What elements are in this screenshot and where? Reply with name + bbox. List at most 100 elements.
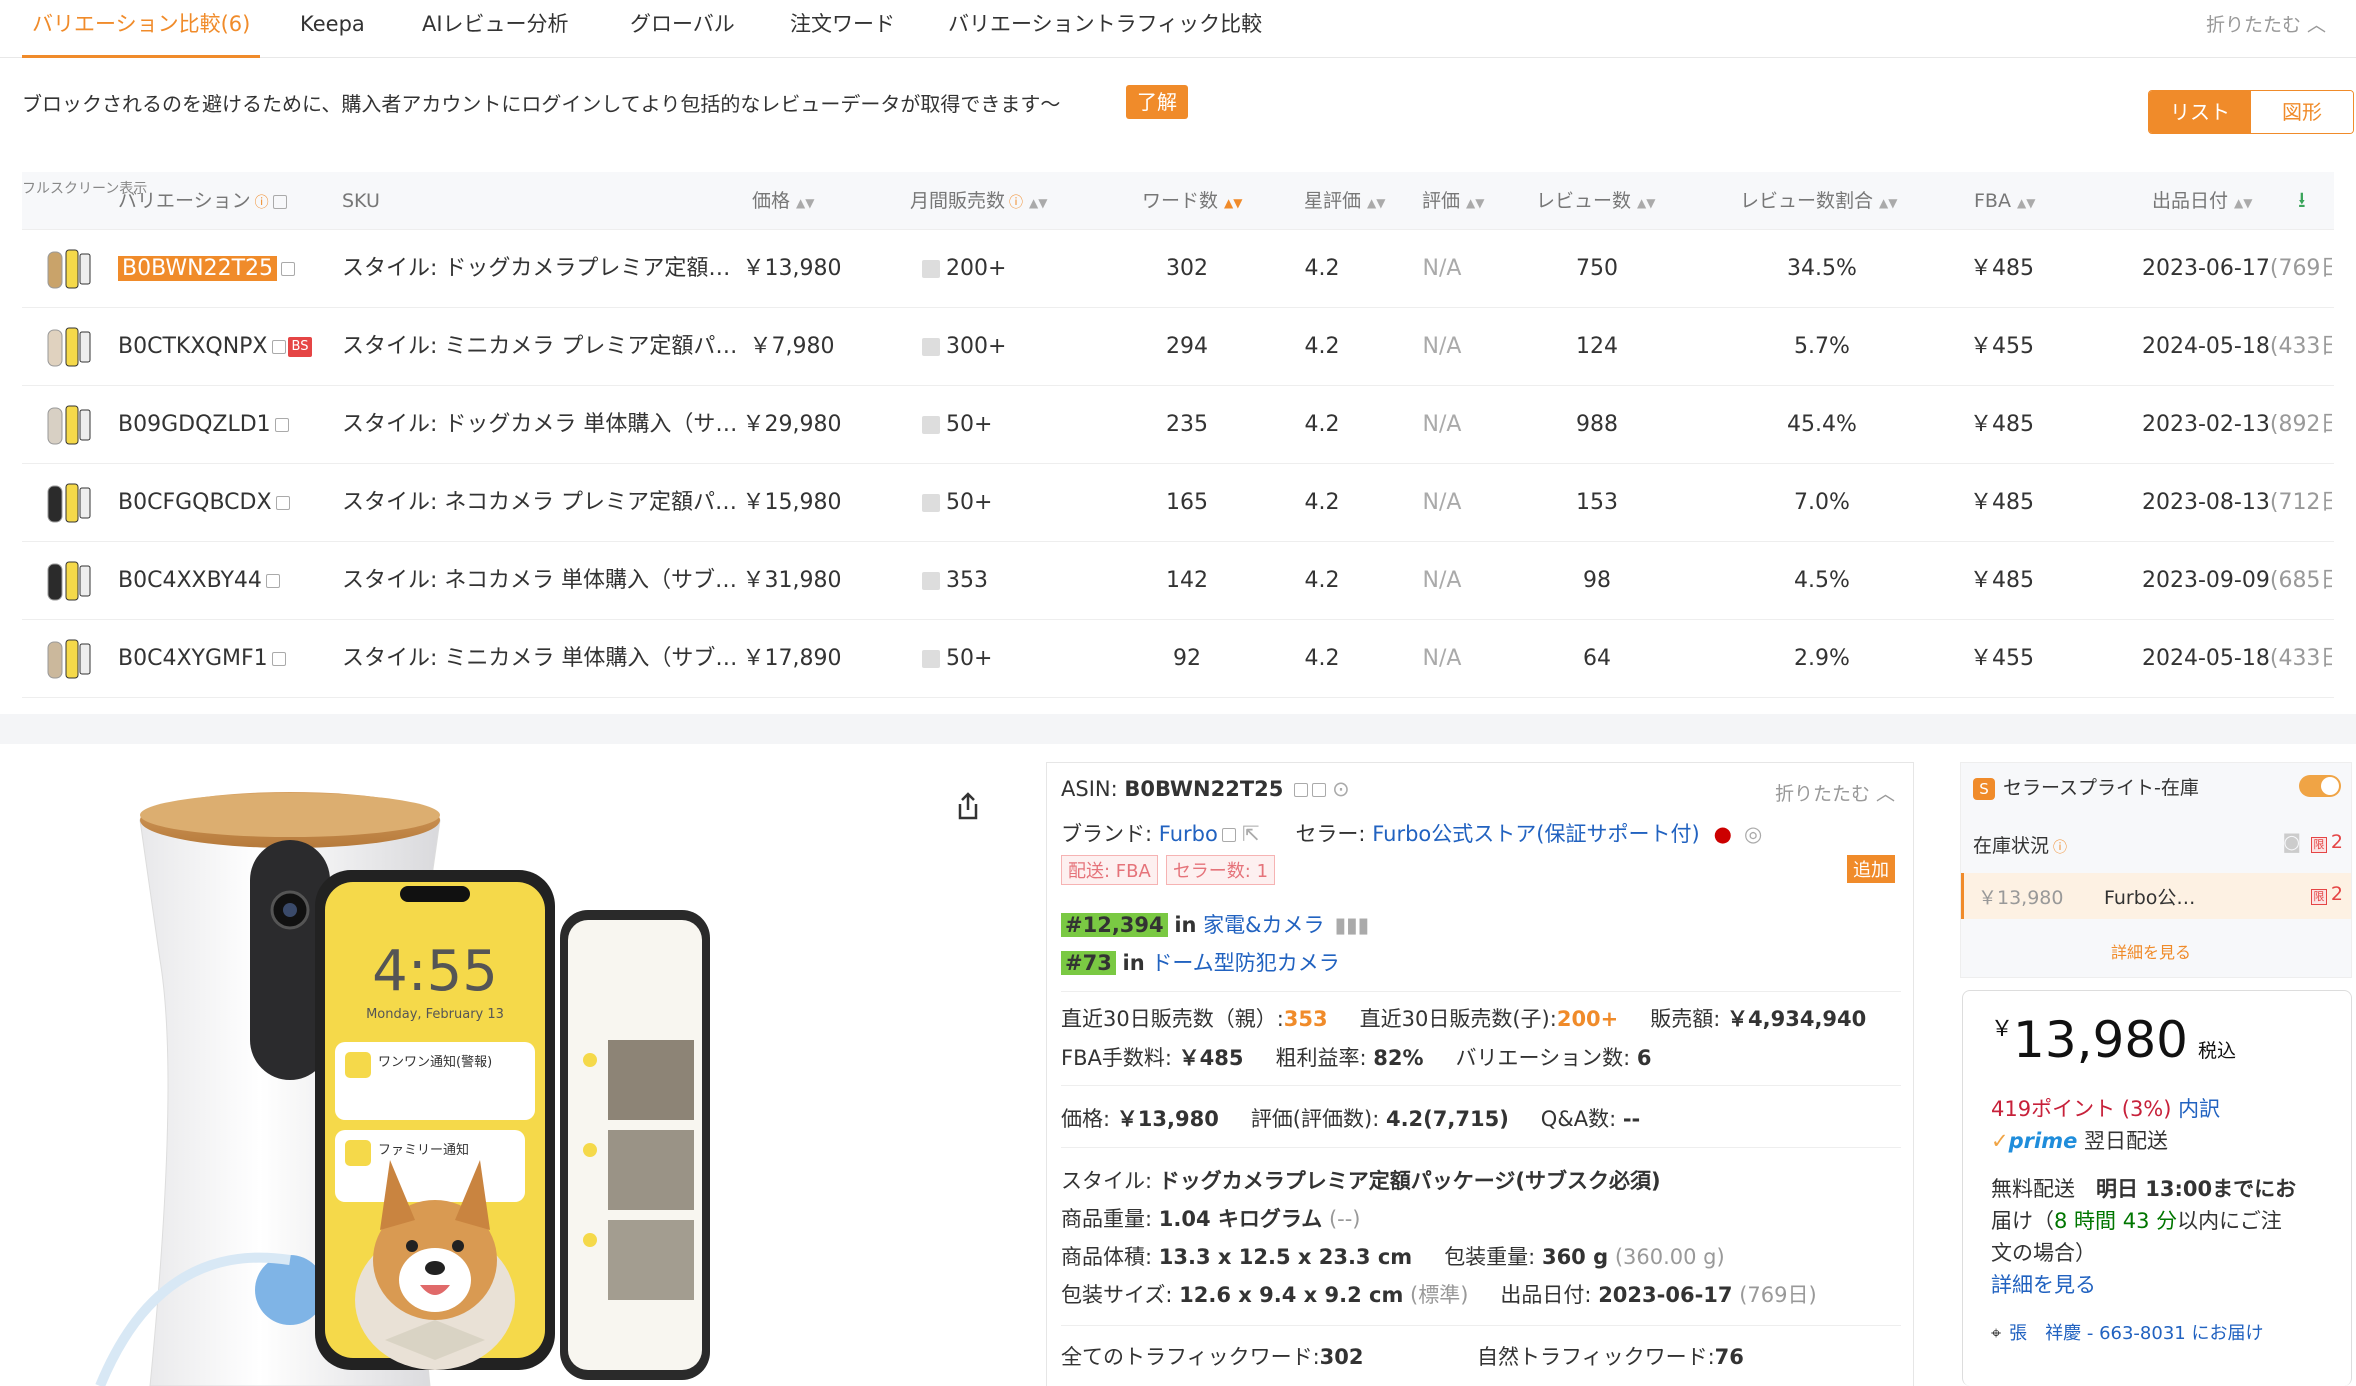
sales-icon[interactable] (922, 650, 940, 668)
add-button[interactable]: 追加 (1847, 855, 1895, 883)
copy-icon[interactable] (1221, 828, 1236, 842)
product-image[interactable]: 4:55 Monday, February 13 ワンワン通知(警報) ファミリ… (60, 760, 1020, 1386)
seller-link[interactable]: Furbo公式ストア(保証サポート付) (1372, 822, 1699, 846)
header-monthly-sales[interactable]: 月間販売数 ⓘ ▲▼ (910, 172, 1047, 230)
delivery-address[interactable]: ⌖ 張 祥慶 - 663-8031 にお届け (1991, 1319, 2263, 1345)
sort-icon[interactable]: ▲▼ (796, 196, 814, 210)
share-icon[interactable] (950, 788, 986, 824)
sort-icon[interactable]: ▲▼ (1879, 196, 1897, 210)
stars-cell: 4.2 (1272, 542, 1372, 620)
asin-cell[interactable]: B0C4XYGMF1 (118, 620, 328, 698)
table-row[interactable]: B0CFGQBCDX スタイル: ネコカメラ プレミア定額パ… ￥15,980 50+… (22, 464, 2334, 542)
sort-icon[interactable]: ▲▼ (1637, 196, 1655, 210)
category-link[interactable]: 家電&カメラ (1203, 913, 1324, 937)
sort-icon[interactable]: ▲▼ (2234, 196, 2252, 210)
sales-value: 353 (946, 568, 988, 593)
asin-link[interactable]: B09GDQZLD1 (118, 412, 271, 437)
asin-link[interactable]: B0BWN22T25 (118, 256, 278, 281)
location-icon[interactable]: ⊙ (1332, 777, 1350, 801)
header-listed[interactable]: 出品日付 ▲▼ (2152, 172, 2252, 230)
table-row[interactable]: B0C4XYGMF1 スタイル: ミニカメラ 単体購入（サブ… ￥17,890 50+… (22, 620, 2334, 698)
rating-value: N/A (1422, 256, 1462, 281)
sort-icon[interactable]: ▲▼ (2017, 196, 2035, 210)
sales-icon[interactable] (922, 494, 940, 512)
variation-thumbnail[interactable] (42, 634, 96, 684)
asin-link[interactable]: B0C4XXBY44 (118, 568, 262, 593)
ok-button[interactable]: 了解 (1126, 85, 1188, 119)
tab-global[interactable]: グローバル (630, 0, 735, 58)
table-row[interactable]: B0C4XXBY44 スタイル: ネコカメラ 単体購入（サブ… ￥31,980 353… (22, 542, 2334, 620)
help-icon[interactable]: ⓘ (2053, 840, 2067, 856)
asin-link[interactable]: B0CFGQBCDX (118, 490, 272, 515)
download-icon[interactable]: ⭳ (2298, 172, 2306, 230)
shipping-details-link[interactable]: 詳細を見る (1991, 1269, 2096, 1299)
sort-icon[interactable]: ▲▼ (1029, 196, 1047, 210)
points-breakdown-link[interactable]: 内訳 (2178, 1097, 2220, 1121)
copy-icon[interactable] (275, 496, 290, 510)
asin-cell[interactable]: B0C4XXBY44 (118, 542, 328, 620)
tab-ai-review[interactable]: AIレビュー分析 (422, 0, 569, 58)
asin-link[interactable]: B0CTKXQNPX (118, 334, 268, 359)
asin-cell[interactable]: B0CTKXQNPX BS (118, 308, 328, 386)
variation-thumbnail[interactable] (42, 400, 96, 450)
table-row[interactable]: B0BWN22T25 スタイル: ドッグカメラプレミア定額… ￥13,980 200+… (22, 230, 2334, 308)
asin-cell[interactable]: B09GDQZLD1 (118, 386, 328, 464)
copy-icon[interactable] (271, 340, 286, 354)
header-reviews[interactable]: レビュー数 ▲▼ (1536, 172, 1655, 230)
tab-order-words[interactable]: 注文ワード (790, 0, 895, 58)
chart-view-button[interactable]: 図形 (2251, 91, 2353, 133)
location-icon[interactable]: ◎ (1744, 822, 1762, 846)
sales-icon[interactable] (922, 338, 940, 356)
header-words[interactable]: ワード数 ▲▼ (1142, 172, 1242, 230)
collapse-button[interactable]: 折りたたむ ︿ (2206, 10, 2326, 37)
sales-cell: 200+ (922, 230, 1072, 308)
copy-icon[interactable] (274, 418, 289, 432)
variation-thumbnail[interactable] (42, 322, 96, 372)
asin-cell[interactable]: B0BWN22T25 (118, 230, 328, 308)
copy-icon[interactable] (1312, 783, 1327, 797)
tab-variation-traffic[interactable]: バリエーショントラフィック比較 (948, 0, 1262, 58)
variation-thumbnail[interactable] (42, 478, 96, 528)
listed-date: 2024-05-18 (2142, 334, 2270, 359)
fullscreen-header[interactable]: フルスクリーン表示 (22, 178, 147, 236)
asin-value[interactable]: B0BWN22T25 (1124, 777, 1283, 801)
brand-link[interactable]: Furbo (1159, 822, 1218, 846)
copy-icon[interactable] (281, 262, 296, 276)
points-line: 419ポイント (3%) 内訳 (1991, 1097, 2221, 1121)
sort-icon[interactable]: ▲▼ (1367, 196, 1385, 210)
chart-icon[interactable]: ▮▮▮ (1335, 913, 1370, 937)
asin-cell[interactable]: B0CFGQBCDX (118, 464, 328, 542)
words-value: 294 (1166, 334, 1208, 359)
offer-row[interactable]: ￥13,980 Furbo公… 限2 (1961, 873, 2351, 919)
copy-icon[interactable] (271, 652, 286, 666)
sales-icon[interactable] (922, 260, 940, 278)
sort-icon[interactable]: ▲▼ (1466, 196, 1484, 210)
header-rating[interactable]: 評価 ▲▼ (1422, 172, 1484, 230)
copy-icon[interactable] (272, 194, 287, 209)
tab-variation-compare[interactable]: バリエーション比較(6) (22, 0, 261, 58)
asin-link[interactable]: B0C4XYGMF1 (118, 646, 268, 671)
sales-icon[interactable] (922, 572, 940, 590)
variation-thumbnail[interactable] (42, 244, 96, 294)
copy-icon[interactable] (1294, 783, 1309, 797)
tab-keepa[interactable]: Keepa (300, 0, 365, 58)
header-review-share[interactable]: レビュー数割合 ▲▼ (1740, 172, 1897, 230)
table-row[interactable]: B09GDQZLD1 スタイル: ドッグカメラ 単体購入（サ… ￥29,980 50+… (22, 386, 2334, 464)
external-link-icon[interactable]: ⇱ (1242, 822, 1260, 846)
sort-icon[interactable]: ▲▼ (1224, 196, 1242, 210)
inventory-details-link[interactable]: 詳細を見る (2111, 939, 2191, 963)
copy-icon[interactable] (265, 574, 280, 588)
category-link[interactable]: ドーム型防犯カメラ (1151, 951, 1339, 975)
variation-thumbnail[interactable] (42, 556, 96, 606)
help-icon[interactable]: ⓘ (255, 195, 269, 211)
help-icon[interactable]: ⓘ (1009, 195, 1023, 211)
info-collapse-button[interactable]: 折りたたむ ︿ (1775, 779, 1895, 806)
header-fba[interactable]: FBA ▲▼ (1974, 172, 2035, 230)
sales-icon[interactable] (922, 416, 940, 434)
list-view-button[interactable]: リスト (2149, 91, 2251, 133)
table-row[interactable]: B0CTKXQNPX BS スタイル: ミニカメラ プレミア定額パ… ￥7,980 30… (22, 308, 2334, 386)
header-stars[interactable]: 星評価 ▲▼ (1304, 172, 1385, 230)
camera-icon[interactable]: ◙ (2282, 831, 2300, 853)
inventory-toggle[interactable] (2299, 775, 2341, 797)
header-price[interactable]: 価格 ▲▼ (752, 172, 814, 230)
